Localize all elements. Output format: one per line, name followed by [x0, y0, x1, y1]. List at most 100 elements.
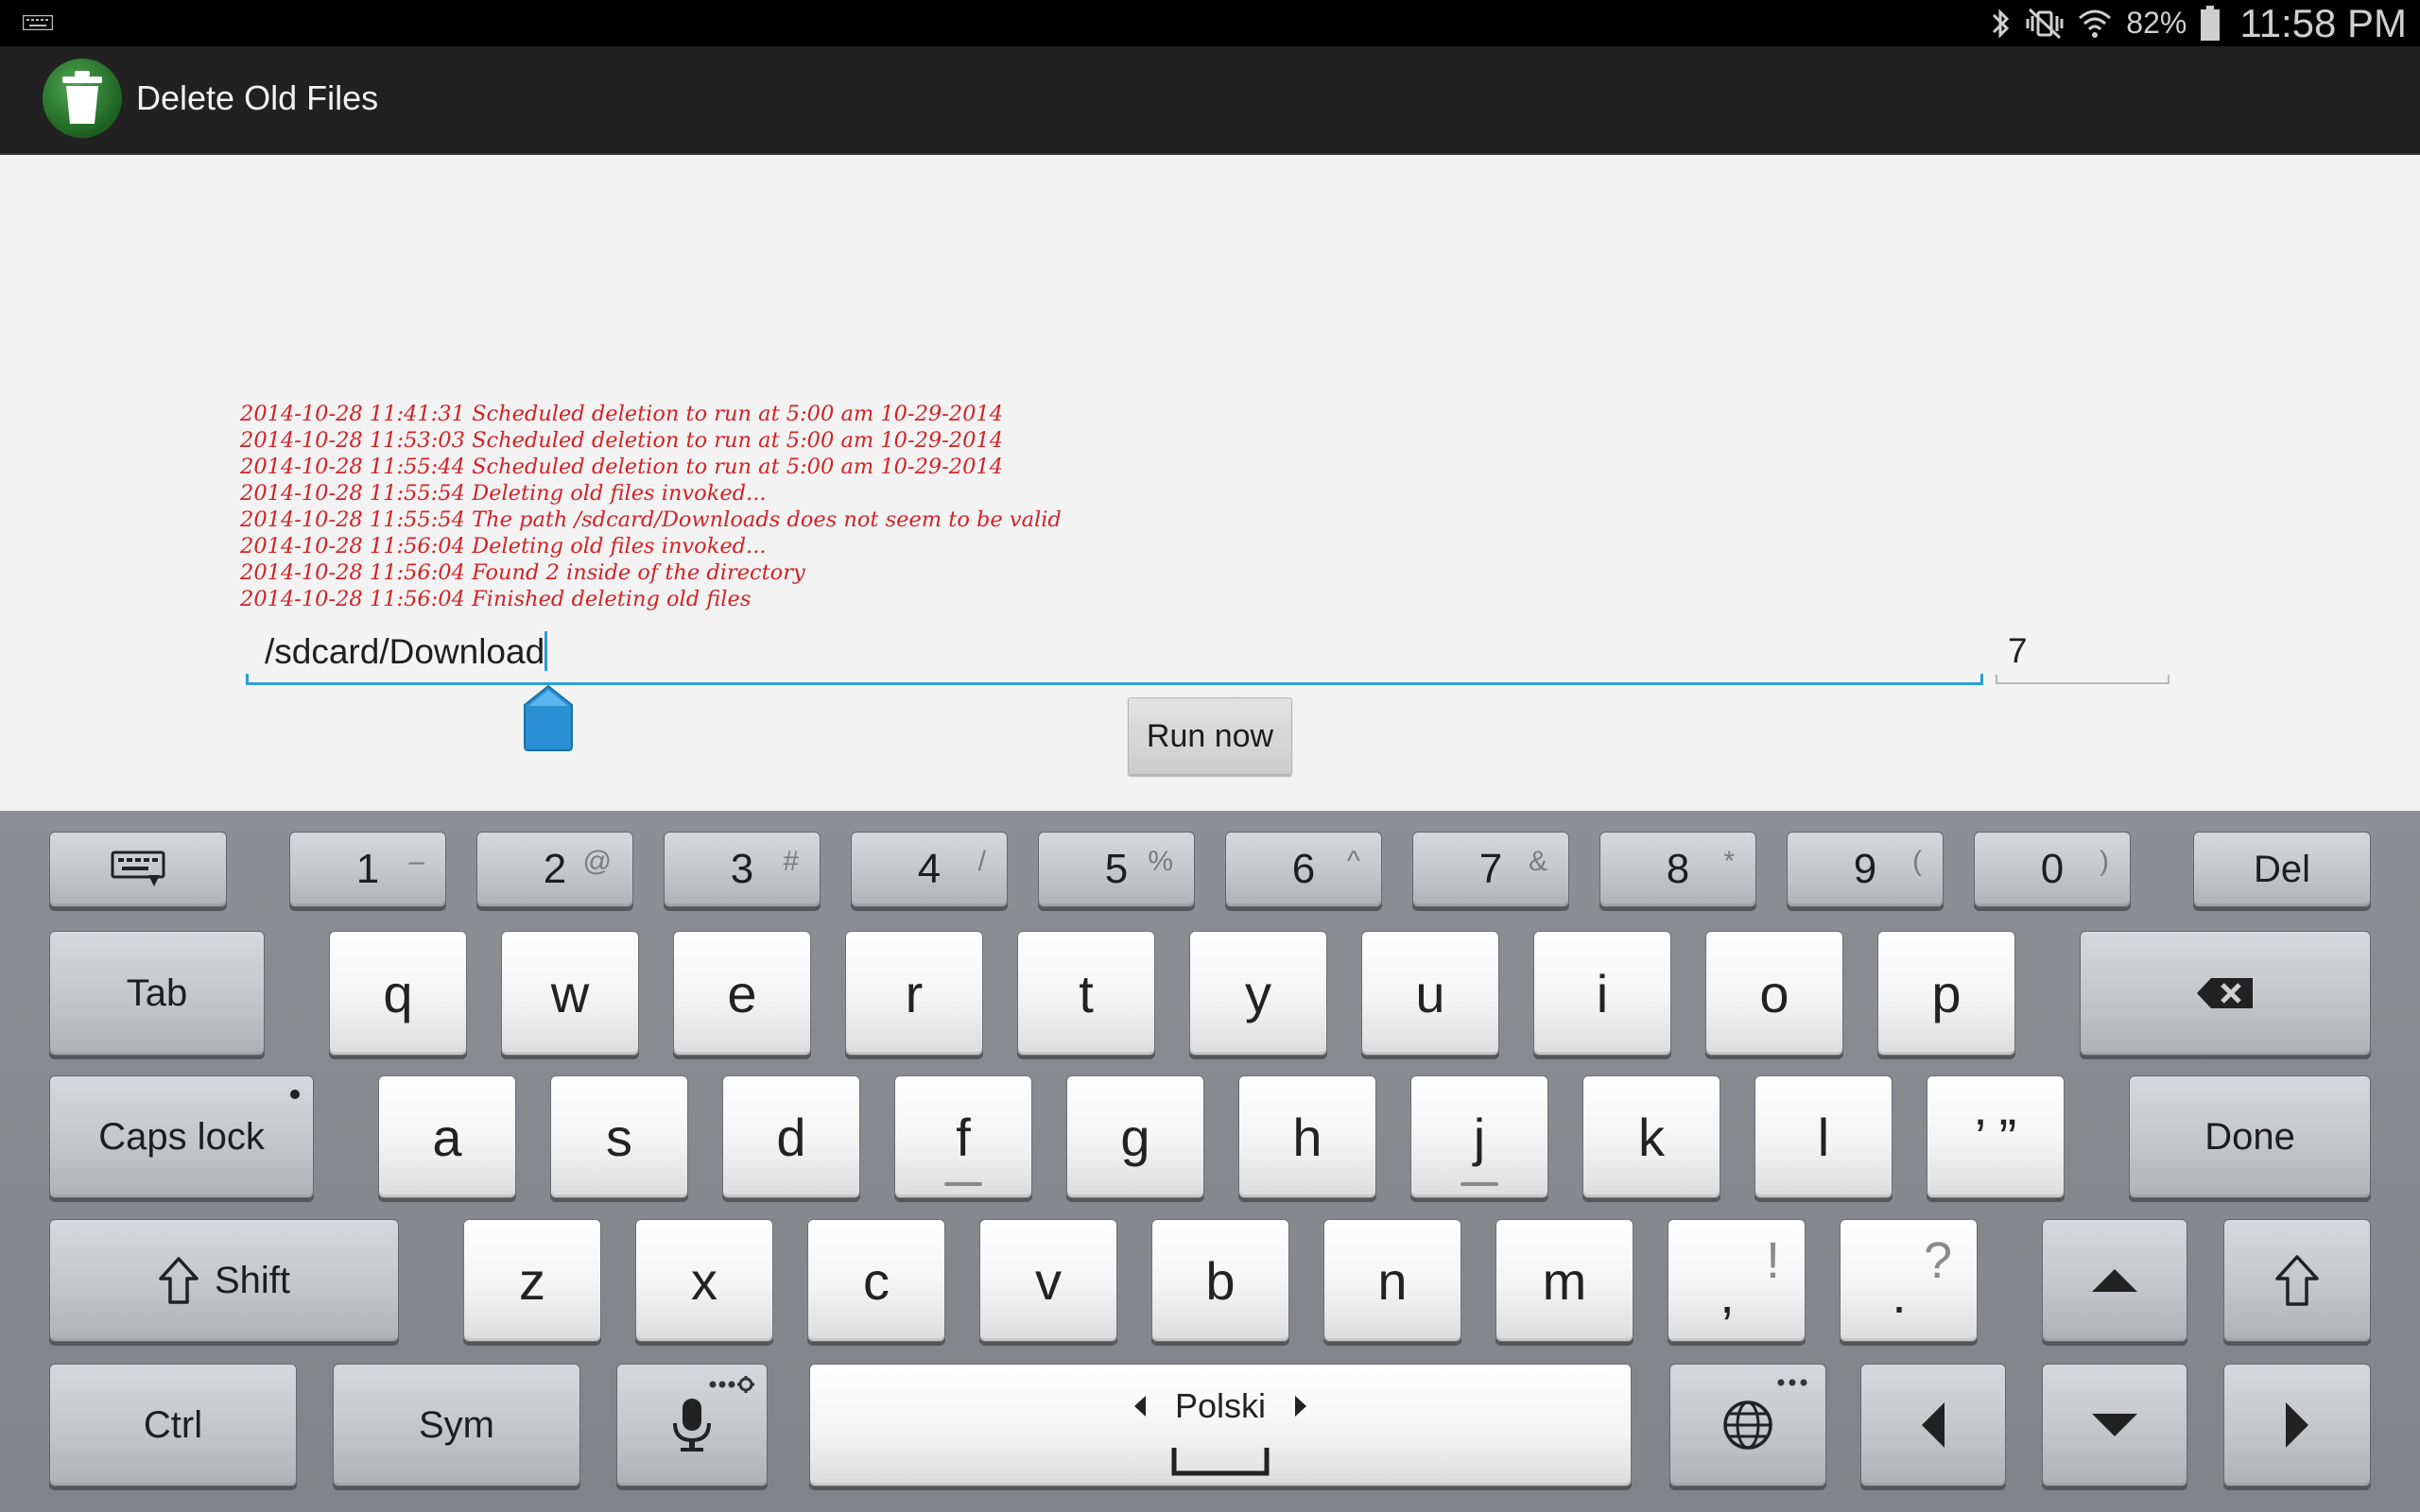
key-9[interactable]: 9( [1787, 832, 1944, 907]
key-h[interactable]: h [1238, 1075, 1376, 1198]
key-f[interactable]: f [894, 1075, 1032, 1198]
shift-key-left[interactable]: Shift [49, 1219, 399, 1342]
key-a[interactable]: a [378, 1075, 516, 1198]
key-6[interactable]: 6 ^ [1225, 832, 1382, 907]
run-now-button[interactable]: Run now [1128, 697, 1292, 775]
key-z[interactable]: z [463, 1219, 601, 1342]
log-line: 2014-10-28 11:55:54 The path /sdcard/Dow… [240, 507, 1062, 532]
key-t[interactable]: t [1017, 931, 1155, 1056]
ctrl-key[interactable]: Ctrl [49, 1364, 297, 1486]
del-key[interactable]: Del [2193, 832, 2371, 907]
key-m[interactable]: m [1495, 1219, 1634, 1342]
caps-lock-indicator [290, 1090, 300, 1099]
arrow-down-icon [2092, 1414, 2137, 1436]
path-input-value: /sdcard/Download [265, 632, 545, 671]
arrow-left-icon [1922, 1402, 1945, 1448]
arrow-down-key[interactable] [2042, 1364, 2187, 1486]
language-prev-icon[interactable] [1133, 1395, 1147, 1418]
path-input[interactable]: /sdcard/Download [246, 624, 1983, 685]
log-line: 2014-10-28 11:56:04 Found 2 inside of th… [240, 560, 805, 585]
text-cursor [544, 631, 548, 671]
shift-icon [2275, 1255, 2319, 1306]
home-key-marker [944, 1182, 982, 1186]
key-q[interactable]: q [329, 931, 467, 1056]
key-2[interactable]: 2 @ [476, 832, 633, 907]
key-b[interactable]: b [1151, 1219, 1289, 1342]
shift-key-right[interactable] [2223, 1219, 2371, 1342]
key-d[interactable]: d [722, 1075, 860, 1198]
key-3[interactable]: 3 # [664, 832, 821, 907]
key-g[interactable]: g [1066, 1075, 1204, 1198]
key-y[interactable]: y [1189, 931, 1327, 1056]
key-n[interactable]: n [1323, 1219, 1461, 1342]
voice-input-key[interactable] [616, 1364, 768, 1486]
key-l[interactable]: l [1754, 1075, 1893, 1198]
key-u[interactable]: u [1361, 931, 1499, 1056]
battery-percent: 82% [2126, 6, 2187, 40]
action-bar: Delete Old Files [0, 46, 2420, 155]
onscreen-keyboard: 1– 2 @ 3 # 4/ 5% 6 ^ 7 & 8 * 9( 0) Del Tab q … [0, 811, 2420, 1512]
days-input-value: 7 [2008, 631, 2028, 670]
settings-icon [709, 1376, 754, 1393]
caps-lock-key[interactable]: Caps lock [49, 1075, 314, 1198]
key-p[interactable]: p [1877, 931, 2015, 1056]
language-label: Polski [1174, 1386, 1267, 1425]
space-key[interactable]: Polski [809, 1364, 1632, 1486]
done-key[interactable]: Done [2129, 1075, 2371, 1198]
key-7[interactable]: 7 & [1412, 832, 1569, 907]
key-0[interactable]: 0) [1974, 832, 2131, 907]
key-v[interactable]: v [979, 1219, 1117, 1342]
backspace-icon [2197, 978, 2253, 1008]
arrow-up-key[interactable] [2042, 1219, 2187, 1342]
key-s[interactable]: s [550, 1075, 688, 1198]
keyboard-indicator-icon [23, 15, 53, 30]
key-5[interactable]: 5% [1038, 832, 1195, 907]
key-8[interactable]: 8 * [1599, 832, 1756, 907]
key-comma[interactable]: ,! [1668, 1219, 1806, 1342]
wifi-icon [2079, 9, 2112, 38]
key-o[interactable]: o [1705, 931, 1843, 1056]
arrow-left-key[interactable] [1860, 1364, 2006, 1486]
hide-keyboard-icon [111, 850, 165, 886]
arrow-right-key[interactable] [2223, 1364, 2371, 1486]
input-edge [2168, 675, 2169, 684]
shift-icon [159, 1257, 199, 1304]
key-w[interactable]: w [501, 931, 639, 1056]
backspace-key[interactable] [2080, 931, 2371, 1056]
app-title: Delete Old Files [136, 78, 379, 117]
home-key-marker [1461, 1182, 1498, 1186]
days-input[interactable]: 7 [1996, 624, 2169, 684]
key-r[interactable]: r [845, 931, 983, 1056]
key-1[interactable]: 1– [289, 832, 446, 907]
language-next-icon[interactable] [1294, 1395, 1307, 1418]
trash-can-icon[interactable] [42, 58, 123, 139]
space-icon [1171, 1448, 1270, 1476]
input-edge [246, 674, 249, 685]
text-cursor-handle[interactable] [523, 684, 574, 752]
globe-icon [1723, 1400, 1772, 1450]
key-k[interactable]: k [1582, 1075, 1720, 1198]
key-j[interactable]: j [1410, 1075, 1548, 1198]
key-period[interactable]: .? [1840, 1219, 1978, 1342]
sym-key[interactable]: Sym [333, 1364, 580, 1486]
microphone-icon [673, 1399, 711, 1452]
hide-keyboard-key[interactable] [49, 832, 227, 907]
key-x[interactable]: x [635, 1219, 773, 1342]
key-4[interactable]: 4/ [851, 832, 1008, 907]
log-output: 2014-10-28 11:41:31 Scheduled deletion t… [240, 401, 1753, 612]
key-quote[interactable]: ’ ” [1927, 1075, 2065, 1198]
key-i[interactable]: i [1533, 931, 1671, 1056]
input-edge [1996, 675, 1997, 684]
log-line: 2014-10-28 11:55:44 Scheduled deletion t… [240, 455, 1004, 479]
key-c[interactable]: c [807, 1219, 945, 1342]
battery-icon [2201, 5, 2221, 41]
key-e[interactable]: e [673, 931, 811, 1056]
status-bar: 82% 11:58 PM [0, 0, 2420, 46]
arrow-right-icon [2286, 1402, 2308, 1448]
language-key[interactable] [1669, 1364, 1826, 1486]
bluetooth-icon [1993, 8, 2010, 39]
input-edge [1980, 674, 1983, 685]
arrow-up-icon [2092, 1269, 2137, 1292]
log-line: 2014-10-28 11:53:03 Scheduled deletion t… [240, 428, 1004, 453]
tab-key[interactable]: Tab [49, 931, 265, 1056]
